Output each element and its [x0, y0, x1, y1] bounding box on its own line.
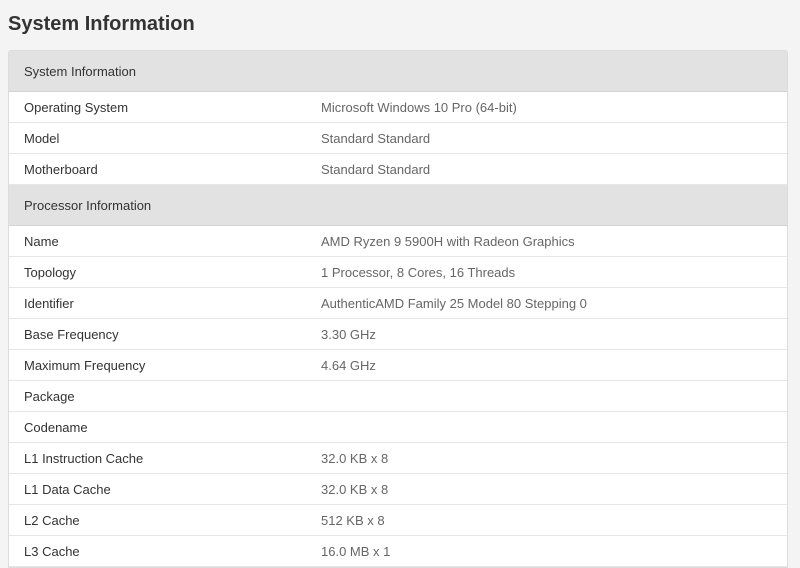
page-title: System Information [8, 13, 195, 35]
row-label: L1 Instruction Cache [24, 450, 144, 466]
row-label: Codename [24, 419, 88, 435]
row-label: Base Frequency [24, 326, 119, 342]
row-label: Identifier [24, 295, 74, 311]
table-row: Identifier AuthenticAMD Family 25 Model … [9, 288, 787, 319]
table-row: L1 Data Cache 32.0 KB x 8 [9, 474, 787, 505]
row-label: Operating System [24, 99, 129, 115]
row-label: Motherboard [24, 161, 98, 177]
table-row: Base Frequency 3.30 GHz [9, 319, 787, 350]
row-label: L3 Cache [24, 543, 80, 559]
row-value: 512 KB x 8 [321, 512, 385, 528]
table-row: L2 Cache 512 KB x 8 [9, 505, 787, 536]
system-info-card: System Information Operating System Micr… [8, 50, 788, 568]
row-value: 32.0 KB x 8 [321, 450, 389, 466]
table-row: Codename [9, 412, 787, 443]
row-value: 4.64 GHz [321, 357, 376, 373]
table-row: Topology 1 Processor, 8 Cores, 16 Thread… [9, 257, 787, 288]
table-row: Model Standard Standard [9, 123, 787, 154]
row-label: Name [24, 233, 59, 249]
row-label: Topology [24, 264, 77, 280]
row-value: Microsoft Windows 10 Pro (64-bit) [321, 99, 517, 115]
row-label: L1 Data Cache [24, 481, 111, 497]
table-row: Operating System Microsoft Windows 10 Pr… [9, 92, 787, 123]
row-label: Maximum Frequency [24, 357, 146, 373]
row-value: 16.0 MB x 1 [321, 543, 391, 559]
table-row: Maximum Frequency 4.64 GHz [9, 350, 787, 381]
table-row: L1 Instruction Cache 32.0 KB x 8 [9, 443, 787, 474]
row-label: Model [24, 130, 60, 146]
row-value: 1 Processor, 8 Cores, 16 Threads [321, 264, 516, 280]
row-value: Standard Standard [321, 161, 431, 177]
table-row: Package [9, 381, 787, 412]
row-label: Package [24, 388, 75, 404]
section-header-processor: Processor Information [9, 185, 787, 226]
row-value: 3.30 GHz [321, 326, 376, 342]
row-value: AuthenticAMD Family 25 Model 80 Stepping… [321, 295, 587, 311]
row-label: L2 Cache [24, 512, 80, 528]
row-value: AMD Ryzen 9 5900H with Radeon Graphics [321, 233, 575, 249]
row-value: Standard Standard [321, 130, 431, 146]
table-row: L3 Cache 16.0 MB x 1 [9, 536, 787, 567]
table-row: Motherboard Standard Standard [9, 154, 787, 185]
table-row: Name AMD Ryzen 9 5900H with Radeon Graph… [9, 226, 787, 257]
section-header-system: System Information [9, 51, 787, 92]
row-value: 32.0 KB x 8 [321, 481, 389, 497]
